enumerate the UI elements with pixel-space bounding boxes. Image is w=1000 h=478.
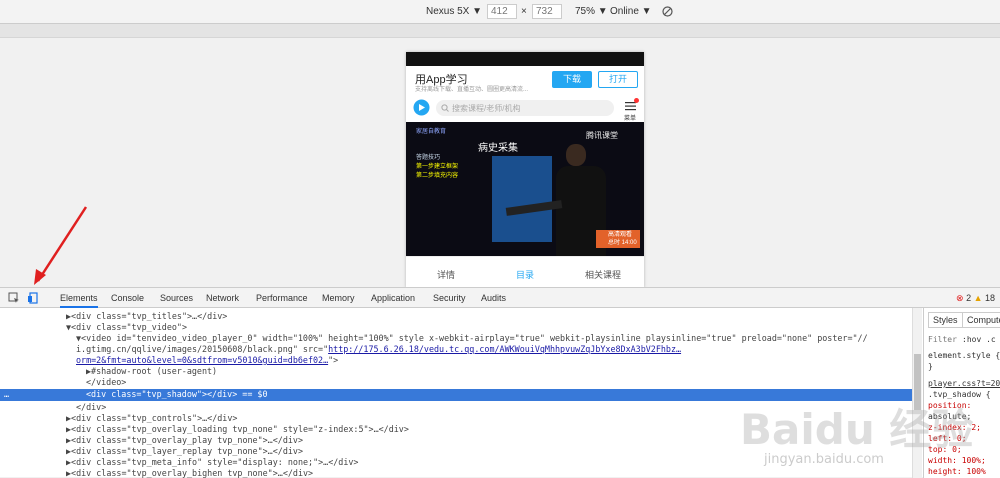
- app-promo-subtitle: 支持离线下载、直播互动、圆圈更高清流...: [415, 87, 529, 93]
- download-button[interactable]: 下载: [552, 71, 592, 88]
- dom-node-tvp-shadow: <div class="tvp_shadow"></div> == $0: [86, 389, 268, 399]
- tab-memory[interactable]: Memory: [322, 293, 355, 303]
- zoom-value: 75%: [575, 6, 596, 17]
- baidu-watermark-url: jingyan.baidu.com: [764, 452, 884, 467]
- media-query-ruler: [0, 24, 1000, 38]
- device-select[interactable]: Nexus 5X ▼: [426, 6, 482, 17]
- video-blackboard: [492, 156, 552, 242]
- open-app-button[interactable]: 打开: [598, 71, 638, 88]
- device-height-input[interactable]: [532, 4, 562, 19]
- tab-application[interactable]: Application: [371, 293, 415, 303]
- search-placeholder: 搜索课程/老师/机构: [452, 104, 521, 113]
- device-toolbar: Nexus 5X ▼ × 75% ▼ Online ▼: [0, 0, 1000, 24]
- video-tencent-watermark: 腾讯课堂: [586, 131, 618, 140]
- styles-filter[interactable]: Filter: [928, 335, 957, 344]
- dom-node-tvp-video-close[interactable]: </div>: [76, 402, 106, 413]
- status-strip: [406, 52, 644, 66]
- video-lecturer-head: [566, 144, 586, 166]
- error-count: 2: [966, 293, 972, 303]
- element-style-close: }: [928, 362, 933, 371]
- video-brand-logo: 家居自教育: [416, 129, 447, 135]
- zoom-select[interactable]: 75% ▼: [575, 6, 608, 17]
- tab-console[interactable]: Console: [111, 293, 144, 303]
- video-slide-title: 病史采集: [478, 143, 518, 154]
- baidu-watermark-logo: Baidu 经验: [740, 405, 974, 454]
- notification-dot: [634, 98, 639, 103]
- tab-related-courses[interactable]: 相关课程: [585, 268, 621, 281]
- css-prop-width: width: 100%;: [928, 456, 986, 465]
- css-source-link[interactable]: player.css?t=20: [928, 379, 1000, 388]
- search-icon: [441, 104, 449, 112]
- error-icon: ⊗: [956, 293, 964, 303]
- red-arrow-annotation-icon: [34, 206, 88, 285]
- video-src-link[interactable]: http://175.6.26.18/vedu.tc.qq.com/AWKWou…: [328, 344, 681, 354]
- search-input[interactable]: 搜索课程/老师/机构: [436, 100, 614, 116]
- issue-counters[interactable]: ⊗ 2 ▲ 18: [956, 293, 995, 304]
- warning-icon: ▲: [973, 293, 983, 303]
- dom-node-video-src-cont[interactable]: orm=2&fmt=auto&level=0&sdtfrom=v5010&gui…: [76, 355, 338, 366]
- tab-styles[interactable]: Styles: [928, 312, 963, 328]
- network-value: Online: [610, 6, 639, 17]
- video-slide-step2: 第二步填充内容: [416, 173, 459, 179]
- dom-node-shadow-root[interactable]: ▶#shadow-root (user-agent): [86, 366, 217, 377]
- styles-hov-toggle[interactable]: :hov .c: [962, 335, 996, 344]
- dom-node-video-element[interactable]: ▼<video id="tenvideo_video_player_0" wid…: [76, 333, 868, 344]
- video-player[interactable]: 家居自教育 腾讯课堂 病史采集 答题技巧 第一步建立框架 第二步填充内容 高清观…: [406, 122, 644, 256]
- dimension-separator: ×: [521, 6, 527, 17]
- video-slide-notes: 答题技巧 第一步建立框架 第二步填充内容: [416, 154, 458, 181]
- device-width-input[interactable]: [487, 4, 517, 19]
- video-src-link-cont[interactable]: orm=2&fmt=auto&level=0&sdtfrom=v5010&gui…: [76, 355, 328, 365]
- hd-badge-label: 高清观看: [608, 232, 633, 238]
- video-slide-step1: 第一步建立框架: [416, 164, 459, 170]
- dom-node-overlay-loading[interactable]: ▶<div class="tvp_overlay_loading tvp_non…: [66, 424, 409, 435]
- warning-count: 18: [985, 293, 996, 303]
- device-name: Nexus 5X: [426, 6, 470, 17]
- tab-sources[interactable]: Sources: [160, 293, 193, 303]
- hd-badge-duration: 总时 14:00: [608, 240, 637, 246]
- device-toolbar-toggle-icon[interactable]: [27, 292, 39, 304]
- video-tag-close: ">: [328, 355, 339, 365]
- dom-node-tvp-controls[interactable]: ▶<div class="tvp_controls">…</div>: [66, 413, 237, 424]
- dom-node-video-close[interactable]: </video>: [86, 377, 126, 388]
- dom-node-video-src[interactable]: i.gtimg.cn/qqlive/images/20150608/black.…: [76, 344, 681, 355]
- tab-catalog[interactable]: 目录: [516, 268, 534, 281]
- dom-node-layer-replay[interactable]: ▶<div class="tvp_layer_replay tvp_none">…: [66, 446, 303, 457]
- video-poster-text: i.gtimg.cn/qqlive/images/20150608/black.…: [76, 344, 329, 354]
- dom-node-meta-info[interactable]: ▶<div class="tvp_meta_info" style="displ…: [66, 457, 358, 468]
- selected-row-dots: …: [4, 389, 10, 399]
- dom-node-tvp-video[interactable]: ▼<div class="tvp_video">: [66, 322, 187, 333]
- tab-elements[interactable]: Elements: [60, 293, 98, 308]
- course-tabs: 详情 目录 相关课程: [406, 256, 644, 288]
- tab-audits[interactable]: Audits: [481, 293, 506, 303]
- menu-label: 菜单: [624, 116, 637, 122]
- tab-network[interactable]: Network: [206, 293, 239, 303]
- rotate-icon[interactable]: [662, 6, 673, 17]
- network-throttle-select[interactable]: Online ▼: [610, 6, 652, 17]
- dom-node-overlay-play[interactable]: ▶<div class="tvp_overlay_play tvp_none">…: [66, 435, 303, 446]
- tab-details[interactable]: 详情: [437, 268, 455, 281]
- video-slide-heading: 答题技巧: [416, 155, 441, 161]
- dom-node-tvp-titles[interactable]: ▶<div class="tvp_titles">…</div>: [66, 311, 227, 322]
- hd-watch-badge[interactable]: 高清观看 总时 14:00: [596, 230, 640, 248]
- device-viewport: 用App学习 支持离线下载、直播互动、圆圈更高清流... 下载 打开 搜索课程/…: [406, 52, 644, 288]
- element-style-rule: element.style {: [928, 351, 1000, 360]
- devtools-tabbar: Elements Console Sources Network Perform…: [0, 288, 1000, 308]
- tencent-classroom-logo-icon[interactable]: [413, 99, 430, 116]
- css-prop-height: height: 100%: [928, 467, 986, 476]
- tab-computed[interactable]: Compute: [962, 312, 1000, 328]
- tab-performance[interactable]: Performance: [256, 293, 308, 303]
- inspect-element-icon[interactable]: [8, 292, 20, 304]
- tab-security[interactable]: Security: [433, 293, 466, 303]
